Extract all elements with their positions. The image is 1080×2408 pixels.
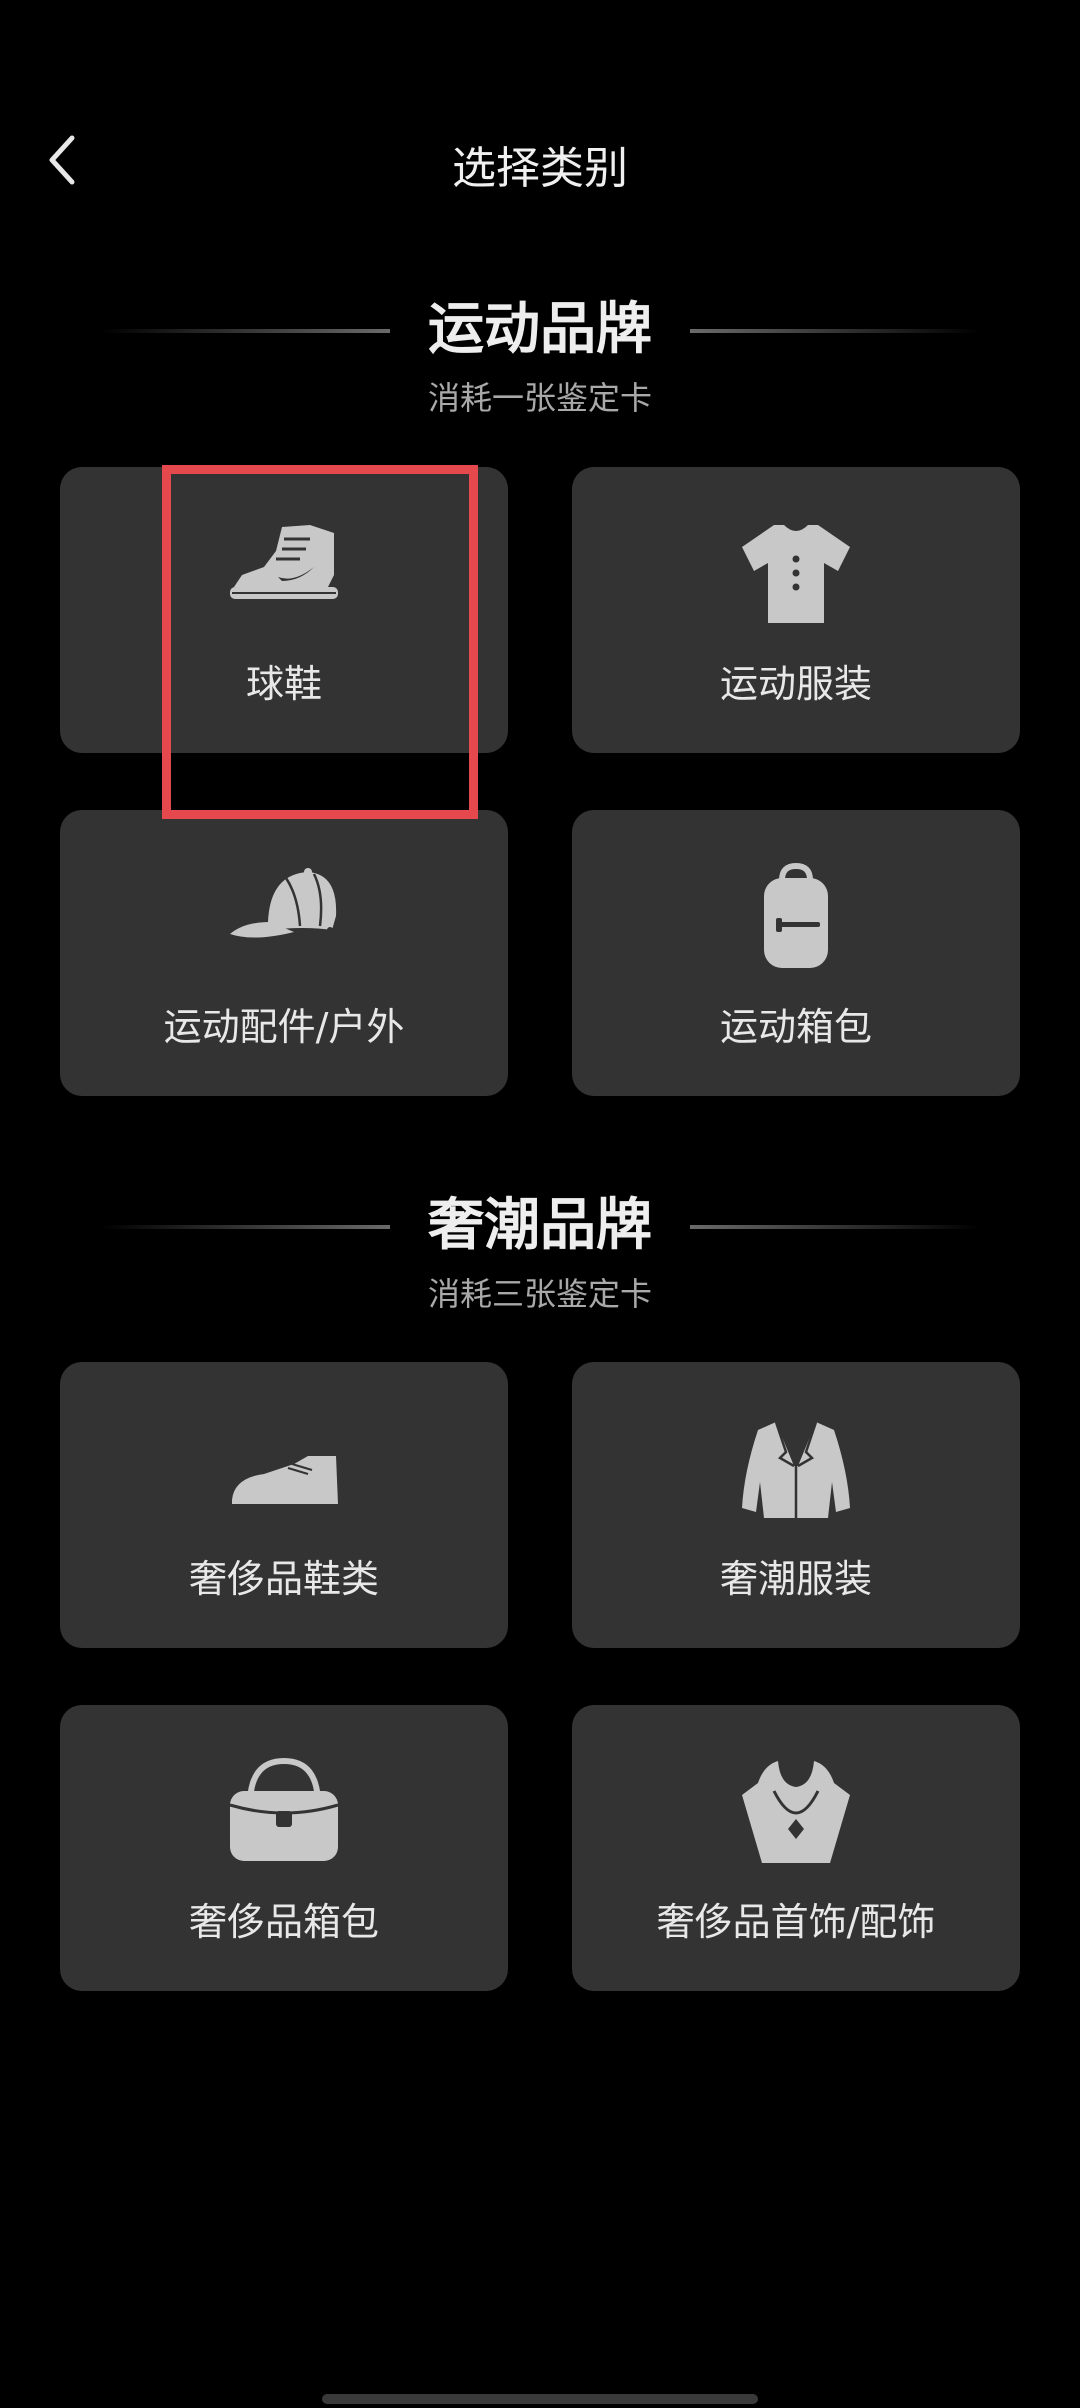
category-card-sports-accessories[interactable]: 运动配件/户外 [60,810,508,1096]
category-card-luxury-apparel[interactable]: 奢潮服装 [572,1362,1020,1648]
category-card-luxury-jewelry[interactable]: 奢侈品首饰/配饰 [572,1705,1020,1991]
tshirt-icon [742,525,850,623]
section-subtitle: 消耗三张鉴定卡 [427,1275,652,1313]
divider-line [690,329,980,333]
home-indicator[interactable] [322,2394,758,2404]
dress-shoe-icon [232,1456,338,1504]
section-header-sports: 运动品牌 消耗一张鉴定卡 [0,295,1080,435]
category-label: 奢侈品首饰/配饰 [656,1900,936,1944]
divider-line [690,1225,980,1229]
necklace-icon [742,1761,850,1863]
handbag-icon [229,1757,339,1861]
category-label: 奢侈品鞋类 [188,1557,379,1601]
page-title: 选择类别 [452,143,628,194]
backpack-icon [764,862,828,968]
category-card-luxury-shoes[interactable]: 奢侈品鞋类 [60,1362,508,1648]
category-label: 运动配件/户外 [163,1005,405,1049]
section-header-luxury: 奢潮品牌 消耗三张鉴定卡 [0,1191,1080,1331]
category-card-sneakers[interactable]: 球鞋 [60,467,508,753]
category-label: 球鞋 [245,662,322,706]
category-label: 奢侈品箱包 [188,1900,379,1944]
category-label: 运动服装 [719,662,872,706]
category-card-sportswear[interactable]: 运动服装 [572,467,1020,753]
category-card-luxury-bags[interactable]: 奢侈品箱包 [60,1705,508,1991]
category-label: 运动箱包 [719,1005,872,1049]
sneaker-icon [230,525,338,599]
cap-icon [230,868,337,938]
suit-jacket-icon [742,1421,850,1518]
category-card-sports-bags[interactable]: 运动箱包 [572,810,1020,1096]
section-subtitle: 消耗一张鉴定卡 [427,379,652,417]
header-bar: 选择类别 [0,110,1080,210]
category-label: 奢潮服装 [719,1557,872,1601]
